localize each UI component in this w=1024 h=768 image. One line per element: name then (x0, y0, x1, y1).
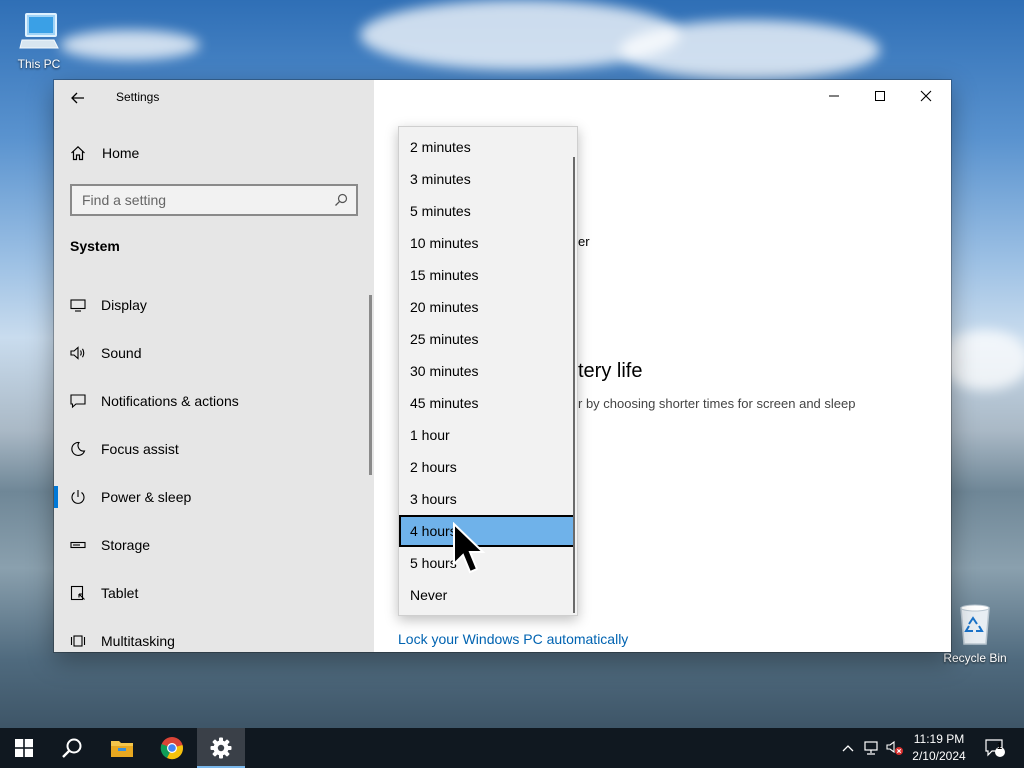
sidebar-item-notifications[interactable]: Notifications & actions (54, 377, 374, 425)
recycle-bin-label: Recycle Bin (943, 651, 1007, 665)
computer-icon (4, 10, 74, 55)
section-description: r by choosing shorter times for screen a… (578, 396, 856, 411)
action-center-button[interactable]: 1 (980, 728, 1010, 768)
sidebar-item-label: Multitasking (101, 633, 175, 649)
taskbar-search-button[interactable] (48, 728, 96, 768)
sidebar-item-label: Power & sleep (101, 489, 192, 505)
search-input[interactable] (82, 192, 322, 208)
show-hidden-icons-button[interactable] (838, 728, 858, 768)
sleep-timeout-dropdown-list[interactable]: 2 minutes 3 minutes 5 minutes 10 minutes… (398, 126, 578, 616)
sidebar-nav: Display Sound Notifications & actions Fo… (54, 281, 374, 652)
taskbar-chrome[interactable] (148, 728, 196, 768)
section-heading: tery life (578, 360, 643, 382)
sidebar-item-tablet[interactable]: Tablet (54, 569, 374, 617)
dropdown-option[interactable]: 2 hours (399, 451, 575, 483)
gear-icon (210, 737, 232, 759)
this-pc-desktop-icon[interactable]: This PC (4, 10, 74, 71)
speaker-icon (70, 346, 85, 360)
sidebar-item-label: Focus assist (101, 441, 179, 457)
dropdown-option[interactable]: 10 minutes (399, 227, 575, 259)
clock-time: 11:19 PM (913, 732, 965, 746)
clock-date: 2/10/2024 (912, 749, 966, 763)
home-icon (71, 145, 85, 161)
sidebar-item-power-sleep[interactable]: Power & sleep (54, 473, 374, 521)
settings-window: Settings Home System Display (54, 80, 951, 652)
dropdown-option[interactable]: 30 minutes (399, 355, 575, 387)
sidebar-item-multitasking[interactable]: Multitasking (54, 617, 374, 652)
dropdown-scrollbar[interactable] (573, 157, 575, 613)
dropdown-option-selected[interactable]: 4 hours (399, 515, 575, 547)
network-icon (864, 741, 878, 755)
multitasking-icon (70, 635, 86, 647)
tablet-icon (70, 585, 85, 601)
minimize-icon (829, 95, 839, 97)
sidebar-item-label: Display (101, 297, 147, 313)
sidebar-item-storage[interactable]: Storage (54, 521, 374, 569)
sidebar-item-label: Tablet (101, 585, 139, 601)
folder-icon (111, 741, 133, 757)
storage-icon (70, 541, 86, 549)
notification-count-badge: 1 (997, 741, 1003, 751)
search-box[interactable] (70, 184, 358, 216)
minimize-button[interactable] (811, 80, 857, 112)
home-label: Home (102, 145, 140, 161)
back-button[interactable] (66, 86, 90, 110)
dropdown-option[interactable]: 3 minutes (399, 163, 575, 195)
sidebar: Settings Home System Display (54, 80, 374, 652)
mouse-cursor-icon (453, 522, 486, 574)
sidebar-item-display[interactable]: Display (54, 281, 374, 329)
dropdown-option[interactable]: 45 minutes (399, 387, 575, 419)
dropdown-option[interactable]: 1 hour (399, 419, 575, 451)
display-icon (70, 299, 86, 312)
dropdown-option[interactable]: 5 hours (399, 547, 575, 579)
sidebar-item-label: Sound (101, 345, 142, 361)
moon-icon (71, 441, 86, 457)
taskbar: 11:19 PM 2/10/2024 1 (0, 728, 1024, 768)
sidebar-item-sound[interactable]: Sound (54, 329, 374, 377)
close-button[interactable] (903, 80, 949, 112)
lock-pc-link[interactable]: Lock your Windows PC automatically (398, 631, 628, 647)
taskbar-file-explorer[interactable] (98, 728, 146, 768)
this-pc-label: This PC (17, 57, 61, 71)
dropdown-option[interactable]: 15 minutes (399, 259, 575, 291)
power-icon (71, 490, 85, 504)
maximize-button[interactable] (857, 80, 903, 112)
back-arrow-icon (71, 92, 84, 104)
sidebar-item-focus-assist[interactable]: Focus assist (54, 425, 374, 473)
taskbar-settings[interactable] (197, 728, 245, 768)
start-button[interactable] (0, 728, 48, 768)
action-center-icon (985, 739, 1005, 757)
window-title: Settings (116, 90, 160, 104)
sidebar-item-label: Notifications & actions (101, 393, 239, 409)
search-icon (62, 738, 82, 758)
section-title: System (70, 238, 120, 254)
cloud (620, 20, 880, 80)
chrome-icon (160, 737, 183, 760)
close-icon (920, 90, 932, 102)
search-icon[interactable] (334, 193, 348, 207)
notification-icon (70, 394, 86, 409)
maximize-icon (875, 91, 885, 101)
chevron-up-icon (842, 745, 854, 752)
dropdown-option[interactable]: Never (399, 579, 575, 611)
windows-logo-icon (15, 739, 33, 757)
dropdown-option[interactable]: 3 hours (399, 483, 575, 515)
partial-text: er (578, 234, 590, 249)
dropdown-option[interactable]: 25 minutes (399, 323, 575, 355)
clock[interactable]: 11:19 PM 2/10/2024 (900, 731, 978, 765)
cloud (940, 330, 1024, 390)
dropdown-option[interactable]: 20 minutes (399, 291, 575, 323)
cloud (60, 30, 200, 60)
sidebar-item-home[interactable]: Home (70, 142, 139, 164)
network-button[interactable] (860, 728, 882, 768)
sidebar-scrollbar[interactable] (369, 295, 372, 475)
dropdown-option[interactable]: 2 minutes (399, 131, 575, 163)
dropdown-option[interactable]: 5 minutes (399, 195, 575, 227)
sidebar-item-label: Storage (101, 537, 151, 553)
